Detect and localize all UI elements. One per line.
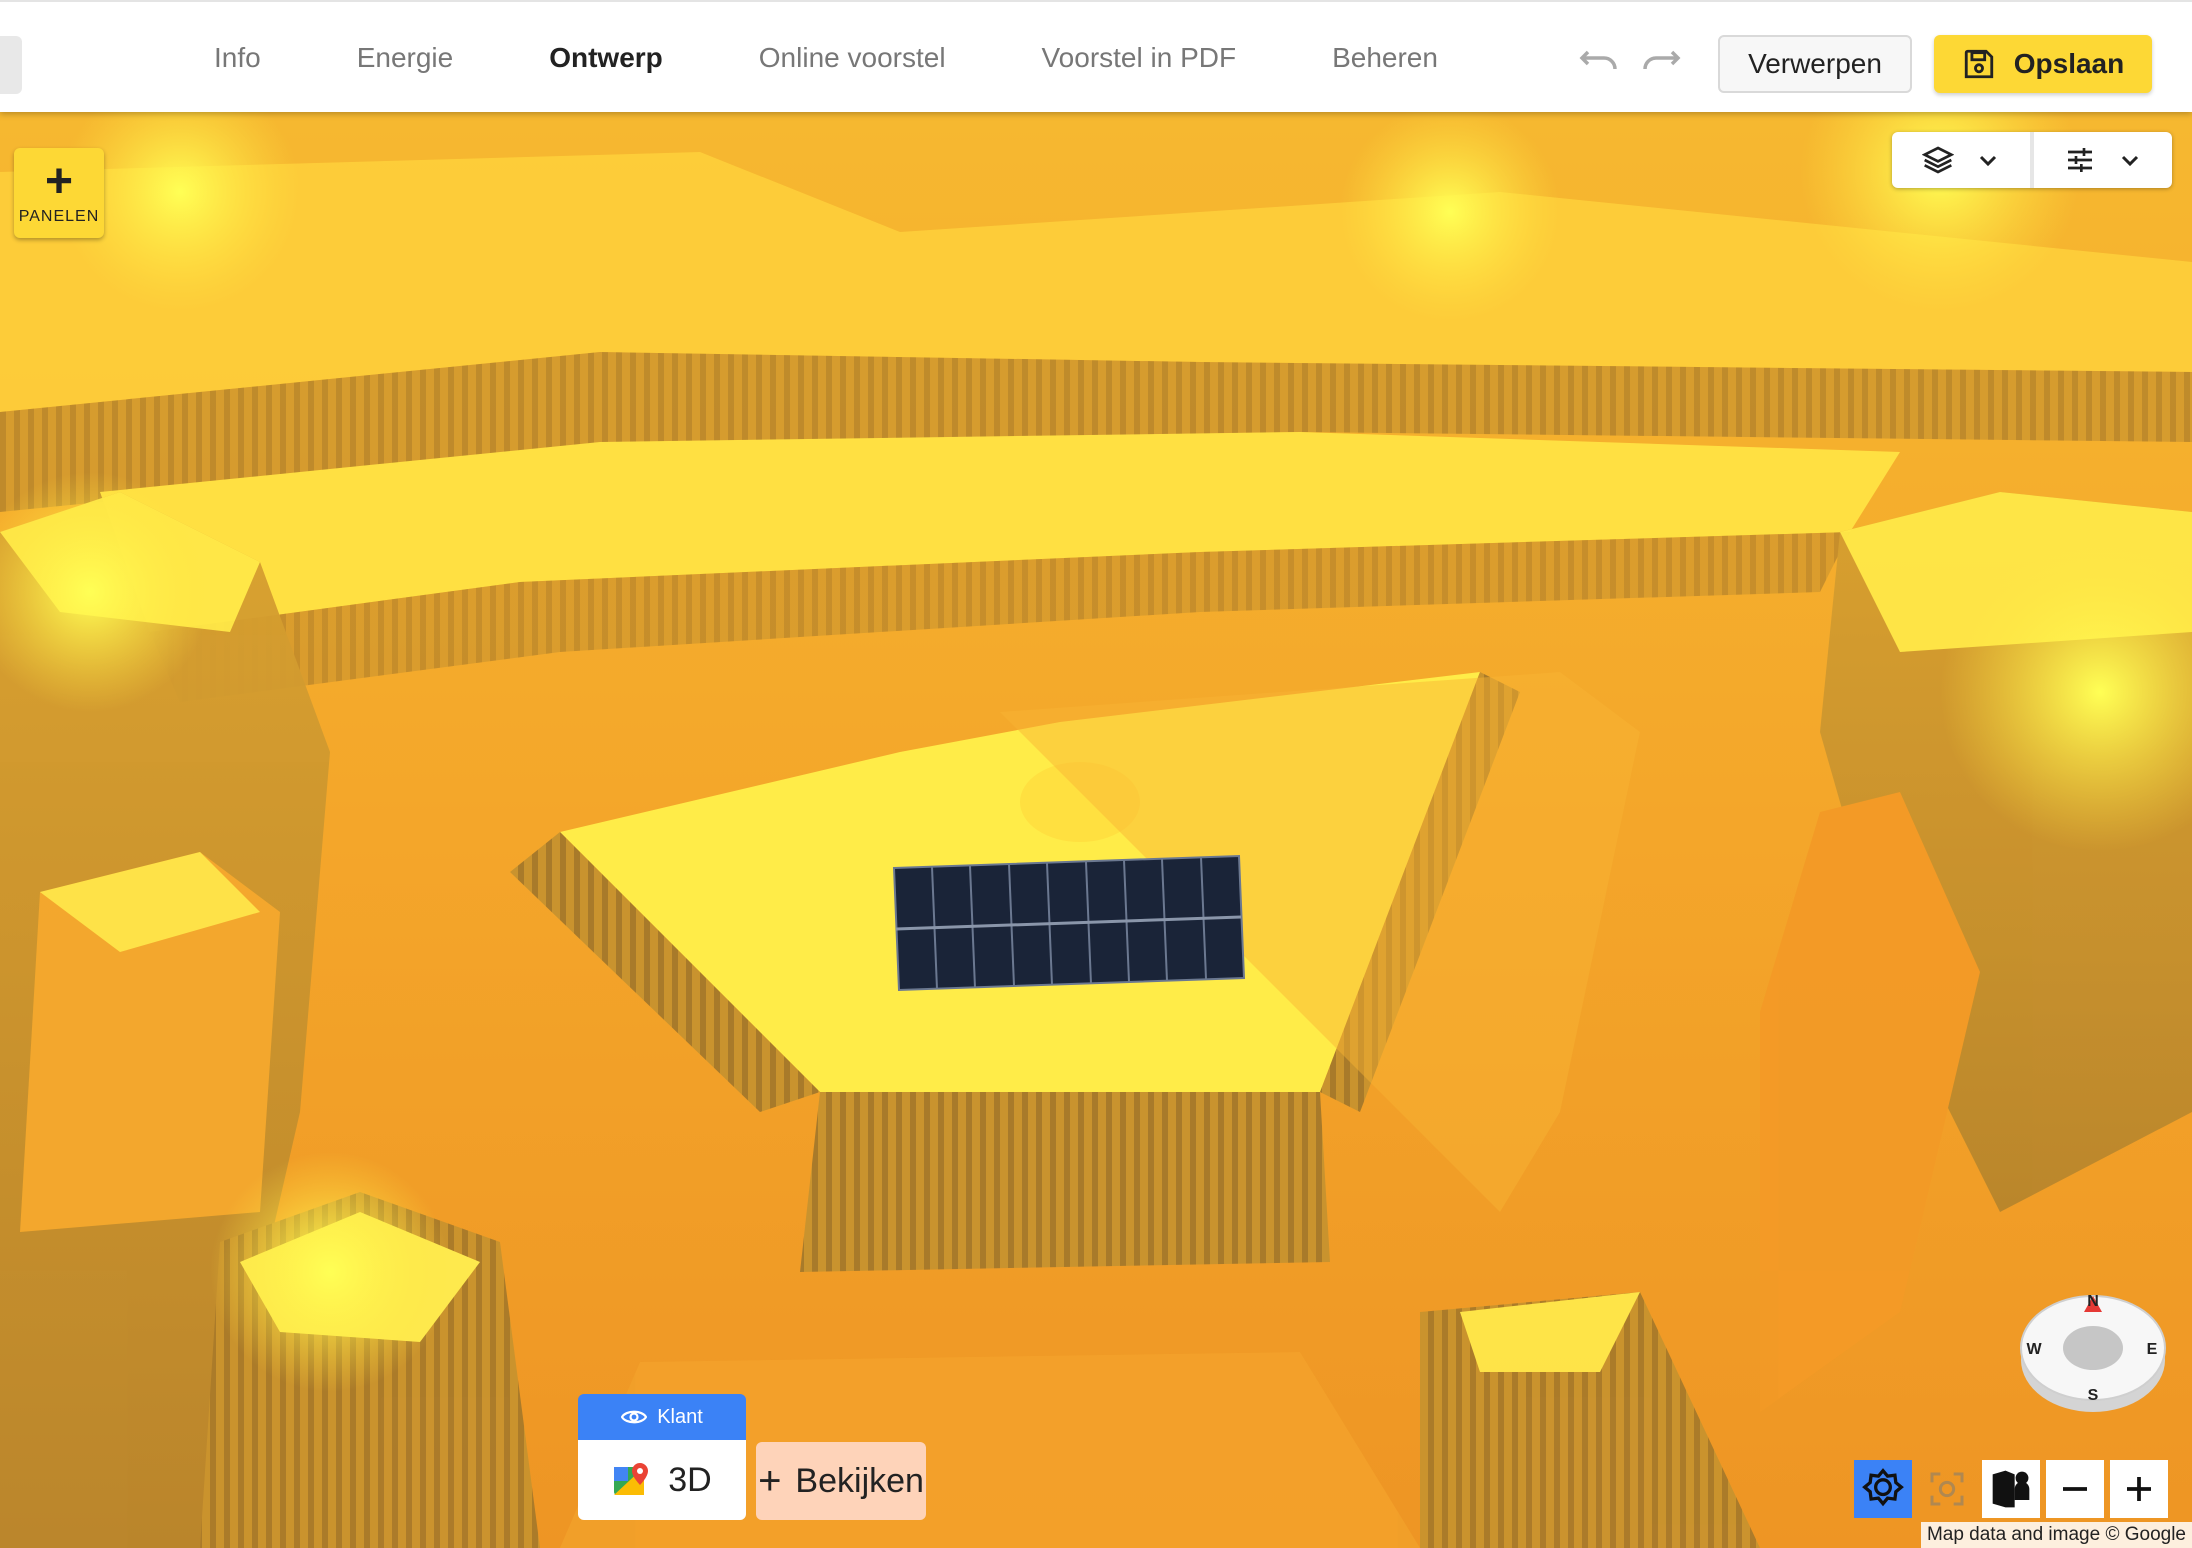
google-maps-icon (614, 1463, 649, 1495)
tab-online-voorstel[interactable]: Online voorstel (735, 42, 970, 74)
view-mode-3d-button[interactable]: 3D (578, 1440, 746, 1520)
map-controls-group (1892, 132, 2172, 188)
view-mode-label: 3D (668, 1460, 712, 1499)
tab-list: Info Energie Ontwerp Online voorstel Voo… (166, 2, 1486, 114)
plus-icon: + (758, 1458, 782, 1503)
map-viewport[interactable]: + PANELEN Klant 3D + Bekijken N E S W Ma… (0, 112, 2192, 1548)
tab-energie[interactable]: Energie (333, 42, 478, 74)
camera-focus-icon (1930, 1472, 1964, 1506)
sun-icon (1862, 1468, 1904, 1507)
settings-dropdown[interactable] (2034, 132, 2172, 188)
top-navigation-bar: Info Energie Ontwerp Online voorstel Voo… (0, 0, 2192, 112)
tab-voorstel-pdf[interactable]: Voorstel in PDF (1018, 42, 1261, 74)
undo-icon[interactable] (1578, 42, 1622, 76)
redo-icon[interactable] (1638, 42, 1682, 76)
svg-text:S: S (2088, 1387, 2099, 1404)
minus-icon (2063, 1487, 2087, 1491)
pegman-map-icon (1992, 1470, 2030, 1508)
save-button-label: Opslaan (2013, 48, 2125, 79)
save-button[interactable]: Opslaan (1934, 35, 2152, 93)
add-panels-label: PANELEN (18, 208, 100, 225)
svg-text:E: E (2147, 1341, 2158, 1358)
tab-info[interactable]: Info (190, 42, 285, 74)
zoom-in-button[interactable] (2110, 1460, 2168, 1518)
chevron-down-icon (2121, 155, 2139, 167)
street-view-button[interactable] (1982, 1460, 2040, 1518)
zoom-out-button[interactable] (2046, 1460, 2104, 1518)
floppy-disk-icon (1964, 49, 1993, 79)
view-button-label: Bekijken (795, 1461, 924, 1500)
svg-text:W: W (2026, 1341, 2042, 1358)
plus-icon: + (44, 155, 74, 208)
sun-simulation-button[interactable] (1854, 1460, 1912, 1518)
solar-flux-terrain (0, 112, 2192, 1548)
view-tag-label: Klant (657, 1405, 703, 1428)
screenshot-button[interactable] (1918, 1460, 1976, 1518)
layers-icon (1922, 146, 1954, 174)
tab-ontwerp[interactable]: Ontwerp (525, 42, 687, 74)
view-tag: Klant (578, 1394, 746, 1440)
eye-icon (621, 1410, 648, 1424)
layers-dropdown[interactable] (1892, 132, 2030, 188)
add-panels-button[interactable]: + PANELEN (14, 148, 104, 238)
sidebar-toggle[interactable] (0, 36, 22, 94)
solar-panel-array[interactable] (892, 854, 1246, 992)
discard-button[interactable]: Verwerpen (1718, 35, 1912, 93)
svg-text:N: N (2087, 1293, 2099, 1310)
view-button[interactable]: + Bekijken (756, 1442, 926, 1520)
sliders-icon (2068, 148, 2092, 172)
compass-icon[interactable]: N E S W (2018, 1290, 2168, 1416)
tab-beheren[interactable]: Beheren (1308, 42, 1462, 74)
chevron-down-icon (1979, 155, 1997, 167)
map-attribution: Map data and image © Google (1920, 1522, 2192, 1548)
plus-icon (2127, 1477, 2151, 1501)
